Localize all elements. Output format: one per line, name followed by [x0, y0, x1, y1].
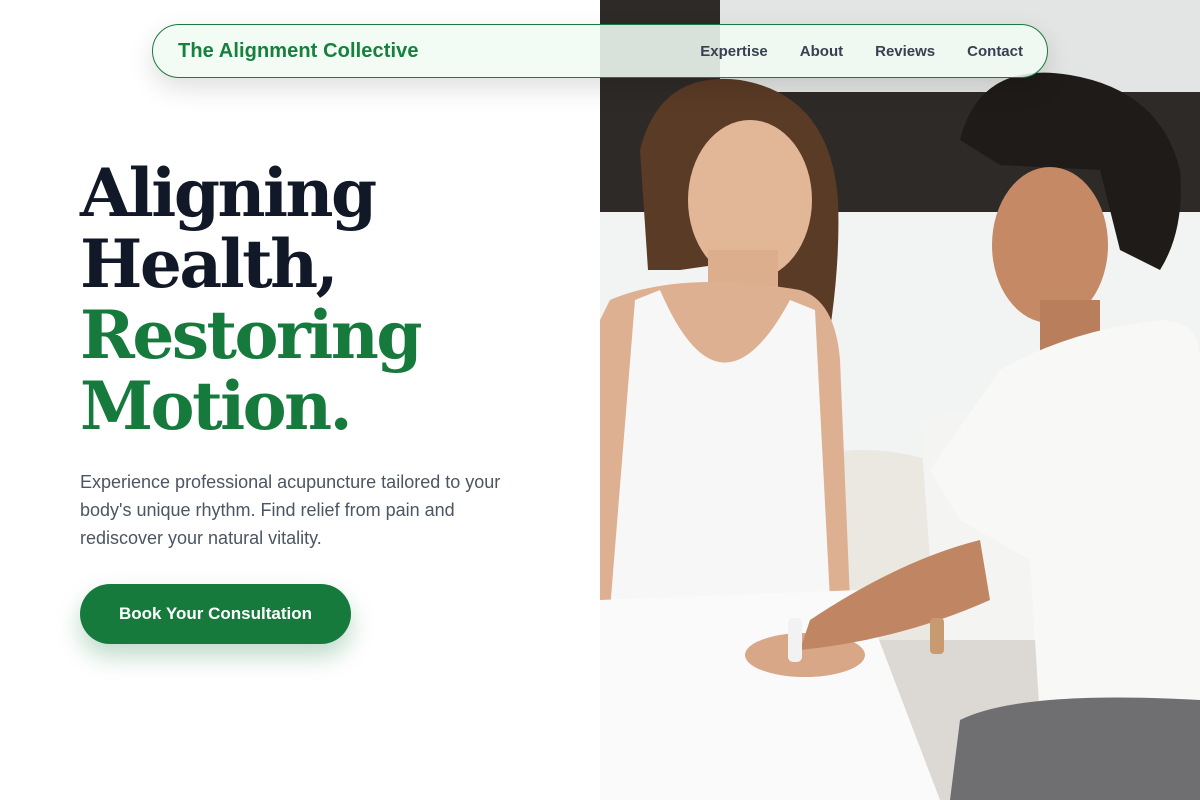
headline-line-2: Health, [80, 225, 339, 303]
nav-links: Expertise About Reviews Contact [700, 43, 1023, 60]
nav-link-reviews[interactable]: Reviews [875, 43, 935, 60]
hero-photo [600, 0, 1200, 800]
hero-headline: Aligning Health, Restoring Motion. [80, 154, 422, 445]
hero-description: Experience professional acupuncture tail… [80, 472, 501, 548]
nav-link-about[interactable]: About [800, 43, 843, 60]
nav-link-contact[interactable]: Contact [967, 43, 1023, 60]
headline-line-4: Motion. [80, 367, 353, 445]
nav-link-expertise[interactable]: Expertise [700, 43, 768, 60]
top-navigation: The Alignment Collective Expertise About… [152, 24, 1048, 78]
book-consultation-button[interactable]: Book Your Consultation [80, 584, 351, 644]
headline-line-1: Aligning [80, 154, 377, 232]
consultation-photo-illustration [600, 0, 1200, 800]
headline-line-3: Restoring [80, 296, 422, 374]
brand-logo-text[interactable]: The Alignment Collective [178, 40, 419, 63]
